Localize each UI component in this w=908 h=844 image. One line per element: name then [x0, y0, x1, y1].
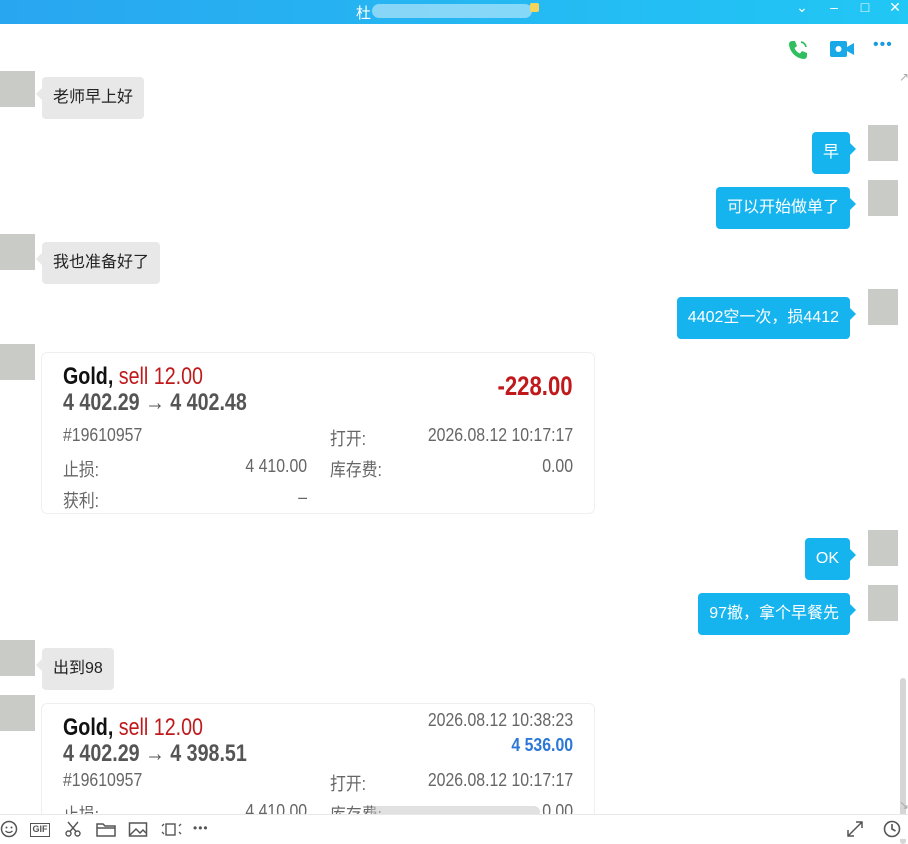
minimize-button[interactable]: –: [821, 0, 847, 24]
expand-icon[interactable]: [846, 820, 866, 838]
status-dot: [530, 3, 539, 12]
ticket-number: #19610957: [63, 770, 143, 790]
open-label: 打开:: [330, 429, 367, 449]
screen-share-icon[interactable]: [160, 820, 182, 838]
folder-icon[interactable]: [96, 820, 116, 838]
symbol-label: Gold,: [63, 363, 114, 390]
message-bubble[interactable]: 97撤，拿个早餐先: [698, 593, 856, 635]
chat-history[interactable]: 老师早上好 早 可以开始做单了 我也准备好了 4402空一次，损4412 Gol…: [0, 68, 898, 814]
input-toolbar: GIF •••: [0, 814, 908, 839]
swap-label: 库存费:: [330, 460, 382, 480]
resize-arrow-icon: ↗: [899, 70, 908, 84]
message-bubble[interactable]: 早: [811, 132, 857, 174]
phone-icon[interactable]: [786, 38, 810, 67]
message-bubble[interactable]: 可以开始做单了: [715, 187, 857, 229]
open-time: 2026.08.12 10:17:17: [427, 425, 573, 445]
window-title: 杜: [356, 5, 372, 22]
title-bar: 杜 ⌄ – □ ✕: [0, 0, 908, 24]
swap-value: 0.00: [542, 801, 573, 814]
scissors-icon[interactable]: [64, 820, 84, 838]
chat-header: •••: [0, 24, 908, 68]
trade-balance: 4 536.00: [511, 735, 573, 755]
more-icon[interactable]: •••: [873, 36, 893, 54]
ticket-number: #19610957: [63, 425, 143, 445]
stop-loss-label: 止损:: [63, 801, 99, 814]
avatar[interactable]: [868, 289, 898, 325]
close-button[interactable]: ✕: [882, 0, 908, 24]
message-bubble[interactable]: 老师早上好: [35, 77, 145, 119]
avatar[interactable]: [868, 180, 898, 216]
trade-price: 4 402.29 → 4 398.51: [63, 740, 247, 767]
avatar[interactable]: [0, 234, 35, 270]
message-bubble[interactable]: 出到98: [36, 648, 114, 690]
stop-loss-value: 4 410.00: [245, 801, 307, 814]
trade-side: sell 12.00: [118, 714, 204, 741]
take-profit-value: –: [298, 487, 307, 507]
resize-arrow-icon: ↘: [899, 798, 908, 812]
stop-loss-label: 止损:: [63, 460, 100, 480]
avatar[interactable]: [0, 695, 35, 731]
open-time: 2026.08.12 10:17:17: [427, 770, 573, 790]
blurred-title: [372, 4, 532, 18]
avatar[interactable]: [0, 344, 35, 380]
avatar[interactable]: [0, 640, 35, 676]
close-time: 2026.08.12 10:38:23: [427, 710, 573, 730]
avatar[interactable]: [0, 71, 35, 107]
trade-profit: -228.00: [497, 371, 573, 401]
trade-price: 4 402.29 → 4 402.48: [63, 389, 247, 416]
history-icon[interactable]: [883, 820, 903, 838]
dropdown-icon[interactable]: ⌄: [789, 0, 815, 24]
avatar[interactable]: [868, 530, 898, 566]
message-bubble[interactable]: 我也准备好了: [35, 242, 161, 284]
message-bubble[interactable]: 4402空一次，损4412: [676, 297, 857, 339]
image-icon[interactable]: [128, 820, 148, 838]
stop-loss-value: 4 410.00: [245, 456, 307, 476]
emoji-icon[interactable]: [0, 820, 20, 838]
trade-card[interactable]: Gold, sell 12.00 4 402.29 → 4 402.48 -22…: [41, 352, 595, 514]
symbol-label: Gold,: [63, 714, 114, 741]
swap-value: 0.00: [542, 456, 573, 476]
message-bubble[interactable]: OK: [804, 538, 857, 580]
open-label: 打开:: [330, 774, 367, 794]
trade-symbol: Gold, sell 12.00: [63, 714, 203, 742]
take-profit-label: 获利:: [63, 491, 100, 511]
video-icon[interactable]: [829, 38, 855, 65]
avatar[interactable]: [868, 125, 898, 161]
avatar[interactable]: [868, 585, 898, 621]
trade-symbol: Gold, sell 12.00: [63, 363, 203, 391]
trade-side: sell 12.00: [118, 363, 204, 390]
more-tools-icon[interactable]: •••: [193, 821, 213, 839]
gif-button[interactable]: GIF: [30, 823, 50, 837]
scrollbar[interactable]: [898, 68, 908, 844]
trade-card[interactable]: Gold, sell 12.00 4 402.29 → 4 398.51 202…: [41, 703, 595, 814]
maximize-button[interactable]: □: [852, 0, 878, 24]
